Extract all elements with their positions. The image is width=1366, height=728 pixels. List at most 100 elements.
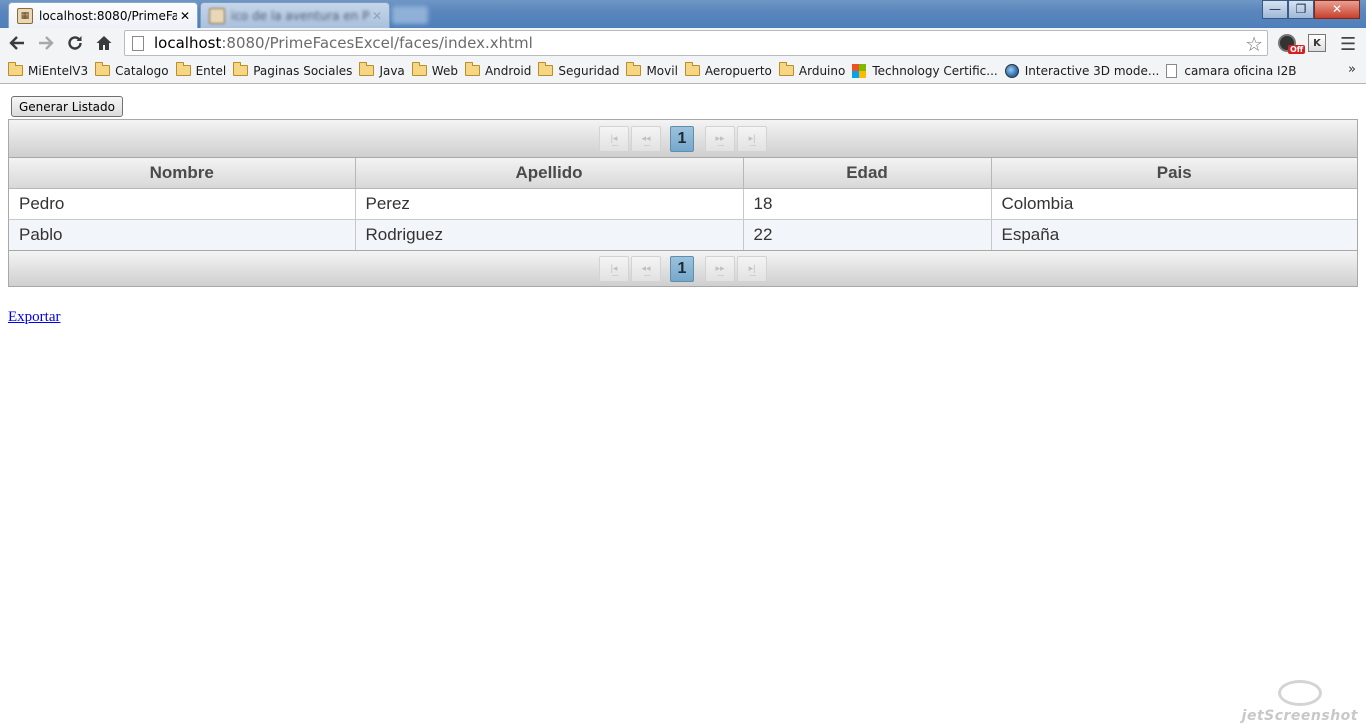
bookmark-item[interactable]: Paginas Sociales [231,60,357,82]
bookmark-label: Java [379,63,405,78]
bookmark-label: Arduino [798,63,846,78]
next-page-icon[interactable]: ▸▸ [705,255,735,282]
tab-title: localhost:8080/PrimeFaces [39,8,177,23]
next-page-icon[interactable]: ▸▸ [705,125,735,152]
first-page-icon[interactable]: |◂ [599,255,629,282]
previous-page-icon[interactable]: ◂◂ [631,125,661,152]
tab-close-icon[interactable]: ✕ [369,9,385,23]
folder-icon [464,62,480,76]
paginator-bottom: |◂ ◂◂ 1 ▸▸ ▸| [9,250,1357,286]
bookmark-item[interactable]: Interactive 3D mode... [1003,60,1165,82]
table-cell: Pablo [9,219,356,250]
hamburger-menu-icon[interactable]: ☰ [1340,34,1356,55]
maximize-button[interactable]: ❐ [1288,0,1314,19]
bookmark-item[interactable]: Technology Certific... [850,60,1002,82]
page-icon [132,35,144,51]
bookmark-label: Android [484,63,532,78]
bookmark-item[interactable]: Android [463,60,536,82]
page-number-button[interactable]: 1 [670,255,694,282]
watermark-text: jetScreenshot [1241,708,1358,724]
bookmark-star-icon[interactable]: ☆ [1245,32,1263,56]
new-tab-button[interactable] [392,6,428,24]
column-header-pais[interactable]: Pais [991,158,1357,189]
back-arrow-icon[interactable] [5,31,29,55]
bookmark-label: Web [431,63,458,78]
first-page-icon[interactable]: |◂ [599,125,629,152]
bookmark-label: Movil [646,63,678,78]
minimize-button[interactable]: — [1262,0,1288,19]
page-number-button[interactable]: 1 [670,125,694,152]
paginator-top: |◂ ◂◂ 1 ▸▸ ▸| [9,120,1357,158]
k-label: K [1308,34,1326,52]
folder-icon [233,62,249,76]
table-row[interactable]: Pablo Rodriguez 22 España [9,219,1357,250]
generate-list-button[interactable]: Generar Listado [11,96,123,117]
address-bar[interactable]: localhost:8080/PrimeFacesExcel/faces/ind… [124,30,1268,56]
browser-toolbar: localhost:8080/PrimeFacesExcel/faces/ind… [0,28,1366,58]
folder-icon [626,62,642,76]
browser-titlebar: ▦ localhost:8080/PrimeFaces ✕ ico de la … [0,0,1366,28]
extension-off-icon[interactable]: Off [1276,33,1306,54]
bookmark-item[interactable]: Web [410,60,463,82]
column-header-nombre[interactable]: Nombre [9,158,356,189]
table-cell: España [991,219,1357,250]
table-cell: 18 [743,188,992,220]
window-controls: — ❐ ✕ [1262,0,1360,19]
tab-title: ico de la aventura en Prim [231,8,369,23]
header-row: Nombre Apellido Edad Pais [9,158,1357,189]
bookmark-item[interactable]: camara oficina I2B [1164,60,1301,82]
tab-active[interactable]: ▦ localhost:8080/PrimeFaces ✕ [8,2,198,28]
home-icon[interactable] [92,31,116,55]
bookmark-item[interactable]: Catalogo [93,60,173,82]
bookmark-label: Interactive 3D mode... [1024,63,1160,78]
folder-icon [411,62,427,76]
bookmark-item[interactable]: Arduino [777,60,850,82]
data-grid: Nombre Apellido Edad Pais Pedro Perez 18… [9,158,1357,250]
bookmark-label: Seguridad [558,63,620,78]
forward-arrow-icon[interactable] [34,31,58,55]
column-header-apellido[interactable]: Apellido [355,158,744,189]
globe-icon [1004,63,1019,78]
folder-icon [538,62,554,76]
watermark-logo-icon [1278,680,1322,706]
tab-close-icon[interactable]: ✕ [177,9,193,23]
column-header-edad[interactable]: Edad [743,158,992,189]
bookmark-label: Entel [195,63,227,78]
table-cell: Perez [355,188,744,220]
bookmark-label: Paginas Sociales [253,63,353,78]
extension-k-icon[interactable]: K [1306,33,1328,53]
table-row[interactable]: Pedro Perez 18 Colombia [9,188,1357,220]
folder-icon [175,62,191,76]
url-host: localhost [154,34,222,52]
bookmark-item[interactable]: Movil [624,60,682,82]
bookmark-item[interactable]: Entel [174,60,232,82]
last-page-icon[interactable]: ▸| [737,255,767,282]
more-bookmarks-chevron-icon[interactable]: » [1348,62,1356,77]
watermark: jetScreenshot [1242,680,1358,724]
bookmark-label: camara oficina I2B [1184,63,1297,78]
table-cell: 22 [743,219,992,250]
page-content: Generar Listado |◂ ◂◂ 1 ▸▸ ▸| Nombre Ape… [0,85,1366,728]
bookmark-item[interactable]: Seguridad [536,60,624,82]
last-page-icon[interactable]: ▸| [737,125,767,152]
folder-icon [8,62,23,76]
bookmark-label: MiEntelV3 [28,63,89,78]
reload-icon[interactable] [63,31,87,55]
folder-icon [95,62,111,76]
page-icon [1166,63,1178,78]
tab-inactive[interactable]: ico de la aventura en Prim ✕ [200,2,390,28]
folder-icon [684,62,700,76]
folder-icon [778,62,794,76]
url-path: :8080/PrimeFacesExcel/faces/index.xhtml [221,34,533,52]
favicon-icon: ▦ [17,7,33,24]
table-cell: Pedro [9,188,356,220]
bookmark-item[interactable]: MiEntelV3 [6,60,93,82]
bookmark-item[interactable]: Aeropuerto [683,60,777,82]
bookmark-item[interactable]: Java [357,60,409,82]
microsoft-logo-icon [852,63,867,78]
bookmark-label: Catalogo [115,63,169,78]
close-window-button[interactable]: ✕ [1314,0,1360,19]
folder-icon [359,62,375,76]
previous-page-icon[interactable]: ◂◂ [631,255,661,282]
export-link[interactable]: Exportar [8,309,60,326]
